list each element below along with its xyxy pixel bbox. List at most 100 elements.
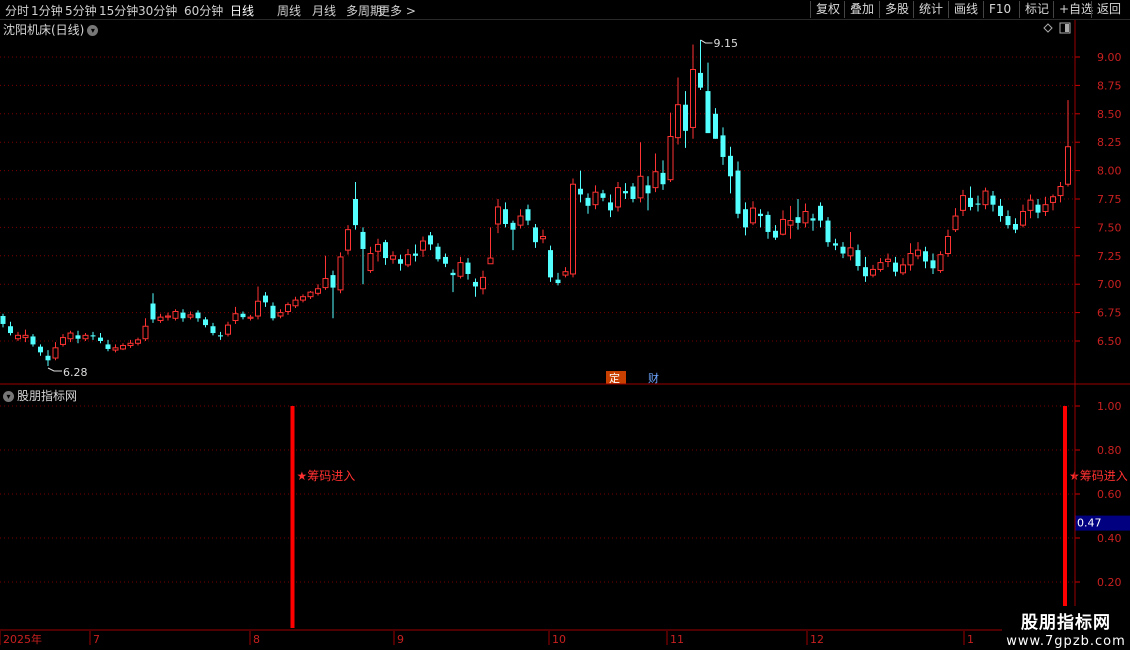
main-chart-title-bar: 沈阳机床(日线) ▾ — [3, 21, 99, 38]
candle-body — [1065, 146, 1071, 185]
candle — [38, 344, 43, 356]
candle — [8, 321, 13, 336]
period-tab-8[interactable]: 月线 — [312, 2, 336, 19]
toolbar-button-3[interactable]: 统计 — [913, 1, 948, 18]
chevron-down-icon[interactable]: ▾ — [3, 391, 14, 402]
low-price-label: 6.28 — [63, 366, 88, 379]
toolbar-button-2[interactable]: 多股 — [879, 1, 914, 18]
candle — [307, 291, 314, 299]
indicator-y-tick-label: 0.80 — [1097, 444, 1122, 457]
candle — [735, 161, 741, 219]
signal-label: ★筹码进入 — [1069, 469, 1128, 483]
candle — [487, 227, 494, 265]
event-marker-cai[interactable]: 财 — [648, 371, 659, 385]
low-pointer — [47, 367, 62, 372]
toolbar-button-0[interactable]: 复权 — [810, 1, 845, 18]
candle — [698, 39, 703, 90]
candle — [525, 204, 531, 226]
period-tab-2[interactable]: 5分钟 — [65, 2, 97, 19]
candle — [600, 189, 606, 202]
chevron-down-icon[interactable]: ▾ — [87, 25, 99, 36]
toolbar-button-4[interactable]: 画线 — [948, 1, 983, 18]
candle — [322, 255, 329, 290]
candle-body — [67, 332, 74, 340]
main-y-tick-label: 7.00 — [1097, 278, 1122, 291]
period-tab-6[interactable]: 日线 — [230, 2, 254, 19]
candle — [847, 231, 854, 261]
candle-body — [645, 185, 651, 194]
candle-body — [945, 235, 951, 255]
candle-body — [623, 191, 628, 194]
candle-body — [240, 313, 246, 318]
toolbar-button-1[interactable]: 叠加 — [844, 1, 879, 18]
candle-body — [0, 316, 6, 324]
candle-body — [600, 193, 606, 198]
event-marker-ding[interactable]: 定 — [609, 371, 620, 385]
candle — [315, 284, 321, 296]
high-pointer — [700, 39, 713, 44]
candle — [990, 191, 996, 212]
candle — [503, 202, 508, 228]
candle — [930, 253, 936, 274]
candle-body — [877, 262, 884, 270]
candle — [855, 244, 861, 271]
indicator-y-tick-label: 0.60 — [1097, 488, 1122, 501]
candle — [457, 256, 464, 279]
candle — [127, 339, 134, 348]
period-tab-7[interactable]: 周线 — [277, 2, 301, 19]
candle-body — [698, 72, 703, 88]
candle — [195, 310, 201, 322]
candle — [495, 199, 501, 234]
candle-body — [562, 271, 569, 276]
candle-body — [337, 256, 344, 291]
candle — [413, 244, 418, 262]
candle — [75, 330, 81, 344]
toolbar-button-5[interactable]: F10 — [983, 1, 1016, 18]
period-tab-10[interactable]: 更多 > — [378, 2, 416, 19]
candle — [150, 293, 156, 323]
candle-body — [840, 246, 846, 254]
candle-body — [315, 288, 321, 294]
top-right-icons — [1043, 22, 1071, 34]
period-tab-9[interactable]: 多周期 — [346, 2, 382, 19]
main-y-tick-label: 7.75 — [1097, 193, 1122, 206]
indicator-bars: ★筹码进入 ★筹码进入 — [290, 406, 1128, 628]
candle — [15, 331, 21, 341]
period-tab-3[interactable]: 15分钟 — [99, 2, 138, 19]
candle — [142, 318, 149, 341]
candle — [720, 127, 726, 165]
period-tab-1[interactable]: 1分钟 — [31, 2, 63, 19]
toolbar-button-6[interactable]: 标记 — [1019, 1, 1054, 18]
toolbar-button-8[interactable]: 返回 — [1091, 1, 1126, 18]
diamond-icon[interactable] — [1043, 23, 1053, 33]
main-y-tick-label: 8.25 — [1097, 136, 1122, 149]
candle-body — [930, 260, 936, 269]
candle — [375, 238, 381, 262]
candle — [1027, 194, 1034, 219]
candle — [157, 313, 164, 323]
candle — [218, 331, 223, 340]
watermark-title: 股朋指标网 — [1021, 613, 1111, 633]
candle — [240, 311, 246, 320]
candle — [135, 337, 141, 346]
layout-icon[interactable] — [1059, 22, 1071, 34]
candle — [270, 302, 276, 321]
period-tab-4[interactable]: 30分钟 — [138, 2, 177, 19]
candle-body — [353, 199, 358, 226]
candle — [1005, 210, 1011, 229]
event-marker-box[interactable] — [606, 371, 626, 384]
candle-body — [135, 339, 141, 344]
indicator-grid — [0, 405, 1075, 583]
candle — [405, 248, 411, 268]
date-label: 12 — [810, 633, 824, 646]
period-tab-0[interactable]: 分时 — [5, 2, 29, 19]
candle-body — [637, 175, 644, 199]
main-y-tick-label: 7.50 — [1097, 221, 1122, 234]
chart-svg[interactable]: ★筹码进入 ★筹码进入 9.00 8.75 8.50 8.25 8.00 7.75 7.50 7… — [0, 0, 1130, 650]
candle — [367, 246, 374, 273]
candle-body — [405, 254, 411, 266]
candle — [210, 322, 216, 336]
candle-body — [187, 314, 194, 318]
indicator-y-tick-label: 1.00 — [1097, 400, 1122, 413]
period-tab-5[interactable]: 60分钟 — [184, 2, 223, 19]
